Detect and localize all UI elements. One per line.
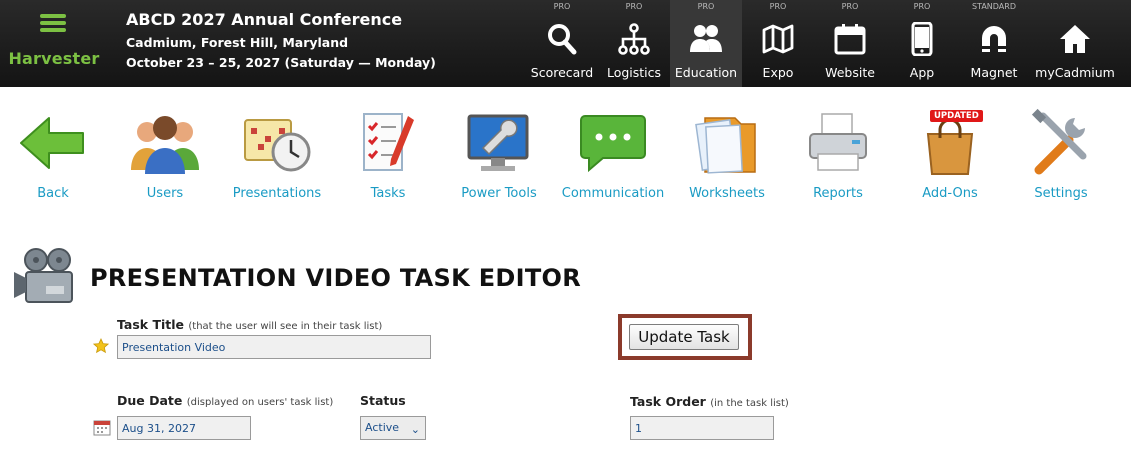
chat-bubble-icon bbox=[557, 108, 669, 178]
status-label: Status bbox=[360, 393, 406, 408]
toolbar-tasks[interactable]: Tasks bbox=[332, 100, 444, 210]
task-order-hint: (in the task list) bbox=[710, 398, 789, 409]
task-title-label: Task Title (that the user will see in th… bbox=[117, 317, 382, 332]
task-title-label-text: Task Title bbox=[117, 317, 185, 332]
module-mycadmium[interactable]: myCadmium bbox=[1035, 0, 1115, 87]
menu-icon[interactable] bbox=[40, 14, 66, 32]
page-title: PRESENTATION VIDEO TASK EDITOR bbox=[90, 264, 581, 292]
task-title-input[interactable] bbox=[117, 335, 431, 359]
module-app[interactable]: PRO App bbox=[886, 0, 958, 87]
monitor-wrench-icon bbox=[443, 108, 555, 178]
module-logistics[interactable]: PRO Logistics bbox=[598, 0, 670, 87]
toolbar-label: Settings bbox=[1034, 186, 1088, 201]
folder-icon bbox=[671, 108, 783, 178]
toolbar-add-ons[interactable]: UPDATED Add-Ons bbox=[894, 100, 1006, 210]
people-icon bbox=[670, 22, 742, 56]
calendar-icon[interactable] bbox=[93, 419, 111, 436]
toolbar: Back Users Presentations Tasks Power Too… bbox=[0, 100, 1131, 210]
toolbar-settings[interactable]: Settings bbox=[1005, 100, 1117, 210]
back-arrow-icon bbox=[0, 108, 109, 178]
toolbar-power-tools[interactable]: Power Tools bbox=[443, 100, 555, 210]
module-label: myCadmium bbox=[1035, 65, 1115, 80]
module-tier: PRO bbox=[913, 2, 931, 11]
phone-icon bbox=[886, 21, 958, 57]
module-scorecard[interactable]: PRO Scorecard bbox=[526, 0, 598, 87]
checklist-icon bbox=[332, 108, 444, 178]
chevron-down-icon: ⌄ bbox=[410, 423, 420, 436]
status-value: Active bbox=[365, 421, 400, 434]
module-tier: PRO bbox=[841, 2, 859, 11]
toolbar-label: Power Tools bbox=[461, 186, 537, 201]
toolbar-label: Communication bbox=[561, 186, 665, 201]
module-tier: PRO bbox=[625, 2, 643, 11]
video-camera-icon bbox=[12, 246, 78, 308]
calendar-icon bbox=[814, 22, 886, 56]
toolbar-communication[interactable]: Communication bbox=[557, 100, 669, 210]
conference-location: Cadmium, Forest Hill, Maryland bbox=[126, 35, 349, 50]
task-order-label: Task Order (in the task list) bbox=[630, 394, 789, 409]
network-icon bbox=[598, 22, 670, 56]
brand-name: Harvester bbox=[8, 49, 100, 68]
tools-icon bbox=[1005, 108, 1117, 178]
conference-title: ABCD 2027 Annual Conference bbox=[126, 10, 403, 29]
search-icon bbox=[526, 22, 598, 56]
brand[interactable]: Harvester bbox=[0, 0, 108, 87]
calendar-clock-icon bbox=[221, 108, 333, 178]
module-magnet[interactable]: STANDARD Magnet bbox=[958, 0, 1030, 87]
printer-icon bbox=[782, 108, 894, 178]
top-bar: Harvester ABCD 2027 Annual Conference Ca… bbox=[0, 0, 1131, 87]
task-order-label-text: Task Order bbox=[630, 394, 706, 409]
due-date-label: Due Date (displayed on users' task list) bbox=[117, 393, 333, 408]
conference-info: ABCD 2027 Annual Conference Cadmium, For… bbox=[126, 10, 436, 70]
star-icon bbox=[92, 338, 110, 354]
module-tier: PRO bbox=[769, 2, 787, 11]
due-date-input[interactable] bbox=[117, 416, 251, 440]
module-label: Magnet bbox=[970, 65, 1018, 80]
magnet-icon bbox=[958, 22, 1030, 56]
due-date-label-text: Due Date bbox=[117, 393, 183, 408]
module-education[interactable]: PRO Education bbox=[670, 0, 742, 87]
update-task-button[interactable]: Update Task bbox=[629, 324, 739, 350]
toolbar-worksheets[interactable]: Worksheets bbox=[671, 100, 783, 210]
toolbar-users[interactable]: Users bbox=[109, 100, 221, 210]
users-icon bbox=[109, 108, 221, 178]
updated-badge: UPDATED bbox=[930, 110, 983, 122]
task-title-hint: (that the user will see in their task li… bbox=[188, 321, 383, 332]
due-date-hint: (displayed on users' task list) bbox=[186, 397, 334, 408]
module-tier: PRO bbox=[697, 2, 715, 11]
map-icon bbox=[742, 22, 814, 56]
toolbar-back[interactable]: Back bbox=[0, 100, 109, 210]
module-tier: STANDARD bbox=[971, 2, 1016, 11]
home-icon bbox=[1039, 22, 1111, 56]
toolbar-reports[interactable]: Reports bbox=[782, 100, 894, 210]
conference-dates: October 23 – 25, 2027 (Saturday — Monday… bbox=[126, 55, 436, 70]
toolbar-presentations[interactable]: Presentations bbox=[221, 100, 333, 210]
module-expo[interactable]: PRO Expo bbox=[742, 0, 814, 87]
task-order-input[interactable] bbox=[630, 416, 774, 440]
status-select[interactable]: Active ⌄ bbox=[360, 416, 426, 440]
module-tier: PRO bbox=[553, 2, 571, 11]
module-website[interactable]: PRO Website bbox=[814, 0, 886, 87]
